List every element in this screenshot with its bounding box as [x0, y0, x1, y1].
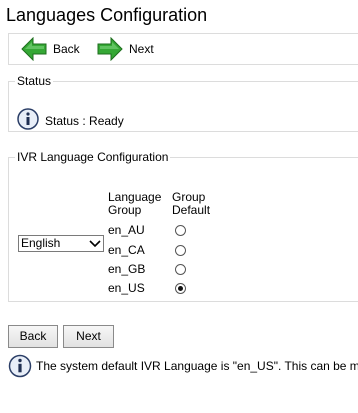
toolbar-next-button[interactable]: Next [97, 36, 167, 62]
arrow-left-icon [21, 37, 47, 61]
info-icon [8, 354, 32, 378]
header-line: Group [108, 203, 142, 217]
language-group-header: Language Group [108, 191, 161, 217]
status-text: Status : Ready [45, 114, 124, 128]
language-select[interactable]: English [18, 235, 104, 252]
page-title: Languages Configuration [6, 5, 208, 25]
group-default-radio[interactable] [175, 245, 186, 256]
status-section: Status Status : Ready [8, 74, 358, 132]
language-select-value: English [21, 236, 61, 250]
info-icon [17, 108, 39, 130]
status-legend: Status [17, 74, 52, 88]
group-default-header: Group Default [172, 191, 210, 217]
language-group-label: en_AU [108, 223, 145, 237]
header-line: Default [172, 203, 211, 217]
toolbar-back-button[interactable]: Back [21, 36, 91, 62]
arrow-right-icon [97, 37, 123, 61]
toolbar-next-label: Next [129, 42, 154, 56]
language-group-label: en_CA [108, 243, 145, 257]
back-button[interactable]: Back [8, 325, 58, 348]
chevron-down-icon [89, 240, 101, 248]
language-group-label: en_US [108, 281, 145, 295]
toolbar-back-label: Back [53, 42, 80, 56]
group-default-radio[interactable] [175, 283, 186, 294]
group-default-radio[interactable] [175, 264, 186, 275]
language-group-label: en_GB [108, 262, 146, 276]
ivr-language-section: IVR Language Configuration English Langu… [8, 150, 358, 302]
group-default-radio[interactable] [175, 225, 186, 236]
ivr-legend: IVR Language Configuration [17, 150, 169, 164]
toolbar: Back Next [8, 33, 358, 65]
footer-info-text: The system default IVR Language is "en_U… [36, 359, 358, 373]
next-button[interactable]: Next [63, 325, 114, 348]
